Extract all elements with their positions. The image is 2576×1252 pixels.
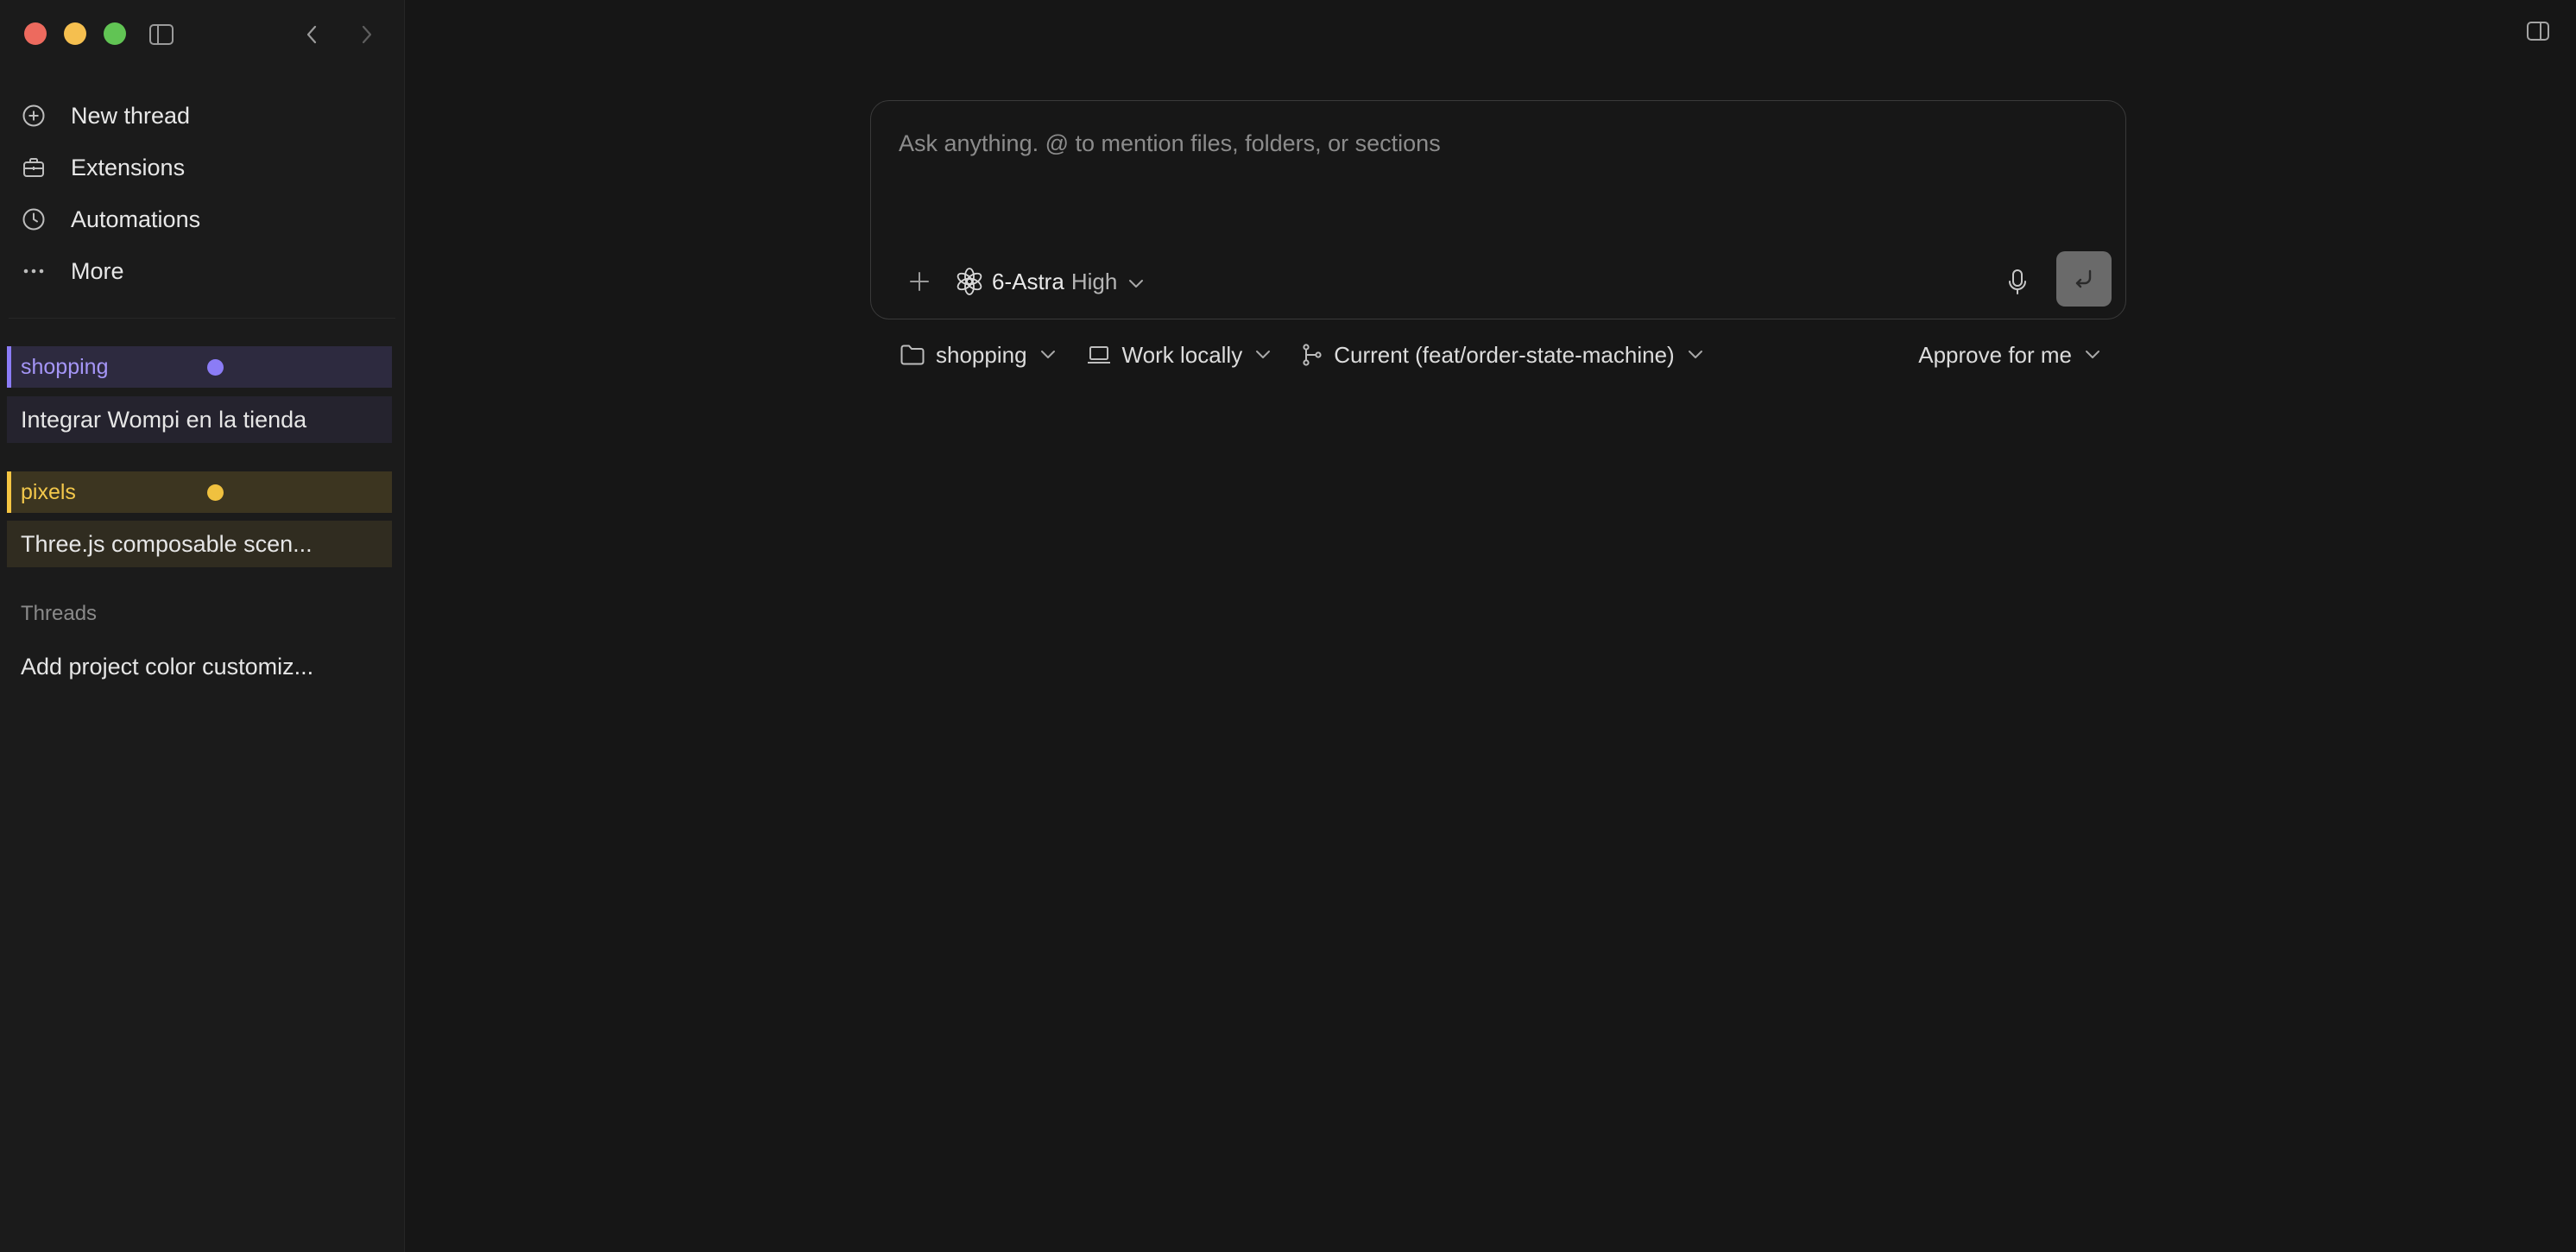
forward-arrow-icon[interactable] bbox=[354, 21, 380, 48]
project-header-shopping[interactable]: shopping bbox=[7, 346, 392, 388]
project-color-dot[interactable] bbox=[207, 484, 224, 501]
project-header-pixels[interactable]: pixels bbox=[7, 471, 392, 513]
sidebar: New thread Extensions Automations More s… bbox=[0, 0, 405, 1252]
send-button[interactable] bbox=[2056, 251, 2112, 307]
model-level: High bbox=[1070, 268, 1118, 294]
close-window-button[interactable] bbox=[24, 22, 47, 45]
model-logo-icon bbox=[956, 268, 983, 295]
project-name: pixels bbox=[21, 479, 76, 504]
clock-icon bbox=[19, 205, 48, 234]
microphone-icon[interactable] bbox=[1998, 263, 2036, 301]
chevron-down-icon bbox=[2084, 350, 2101, 360]
sidebar-item-new-thread[interactable]: New thread bbox=[19, 90, 390, 142]
composer-toolbar: shopping Work locally Current (feat/orde… bbox=[900, 337, 2101, 373]
branch-selector-button[interactable]: Current (feat/order-state-machine) bbox=[1301, 342, 1703, 369]
project-color-bar bbox=[7, 471, 11, 513]
model-name: 6-Astra bbox=[992, 268, 1064, 294]
toggle-right-panel-icon[interactable] bbox=[2522, 17, 2554, 45]
zoom-window-button[interactable] bbox=[104, 22, 126, 45]
prompt-input[interactable] bbox=[899, 123, 2090, 163]
sidebar-item-label: New thread bbox=[71, 102, 191, 129]
laptop-icon bbox=[1086, 345, 1112, 365]
toggle-sidebar-icon[interactable] bbox=[147, 21, 176, 48]
back-arrow-icon[interactable] bbox=[299, 21, 325, 48]
sidebar-item-label: Automations bbox=[71, 206, 201, 232]
branch-selector-label: Current (feat/order-state-machine) bbox=[1334, 341, 1675, 368]
sidebar-nav: New thread Extensions Automations More bbox=[19, 90, 390, 297]
chevron-down-icon bbox=[1254, 350, 1272, 360]
app-window: New thread Extensions Automations More s… bbox=[0, 0, 2576, 1252]
chevron-down-icon bbox=[1127, 269, 1145, 295]
sidebar-item-label: More bbox=[71, 257, 124, 284]
project-thread-item[interactable]: Three.js composable scen... bbox=[7, 521, 392, 567]
project-name: shopping bbox=[21, 354, 109, 379]
chevron-down-icon bbox=[1039, 350, 1057, 360]
plus-circle-icon bbox=[19, 101, 48, 130]
approval-selector-label: Approve for me bbox=[1918, 341, 2072, 368]
briefcase-icon bbox=[19, 153, 48, 182]
thread-item[interactable]: Add project color customiz... bbox=[21, 654, 313, 680]
sidebar-item-extensions[interactable]: Extensions bbox=[19, 142, 390, 193]
sidebar-item-label: Extensions bbox=[71, 154, 186, 180]
project-thread-item[interactable]: Integrar Wompi en la tienda bbox=[7, 396, 392, 443]
composer: 6-Astra High bbox=[870, 100, 2126, 319]
sidebar-item-more[interactable]: More bbox=[19, 245, 390, 297]
folder-icon bbox=[900, 344, 925, 366]
project-selector-button[interactable]: shopping bbox=[900, 342, 1057, 369]
threads-section-label: Threads bbox=[21, 602, 98, 625]
attach-plus-icon[interactable] bbox=[902, 264, 937, 299]
model-selector-button[interactable]: 6-Astra High bbox=[956, 262, 1145, 301]
sidebar-item-automations[interactable]: Automations bbox=[19, 193, 390, 245]
git-branch-icon bbox=[1301, 343, 1323, 367]
environment-selector-label: Work locally bbox=[1121, 341, 1243, 368]
return-arrow-icon bbox=[2072, 267, 2096, 291]
sidebar-divider bbox=[9, 318, 395, 319]
minimize-window-button[interactable] bbox=[64, 22, 86, 45]
approval-selector-button[interactable]: Approve for me bbox=[1918, 337, 2101, 373]
project-color-bar bbox=[7, 346, 11, 388]
window-controls bbox=[24, 22, 126, 45]
ellipsis-icon bbox=[19, 256, 48, 286]
chevron-down-icon bbox=[1687, 350, 1704, 360]
project-selector-label: shopping bbox=[936, 341, 1027, 368]
project-color-dot[interactable] bbox=[207, 359, 224, 376]
environment-selector-button[interactable]: Work locally bbox=[1086, 342, 1272, 369]
